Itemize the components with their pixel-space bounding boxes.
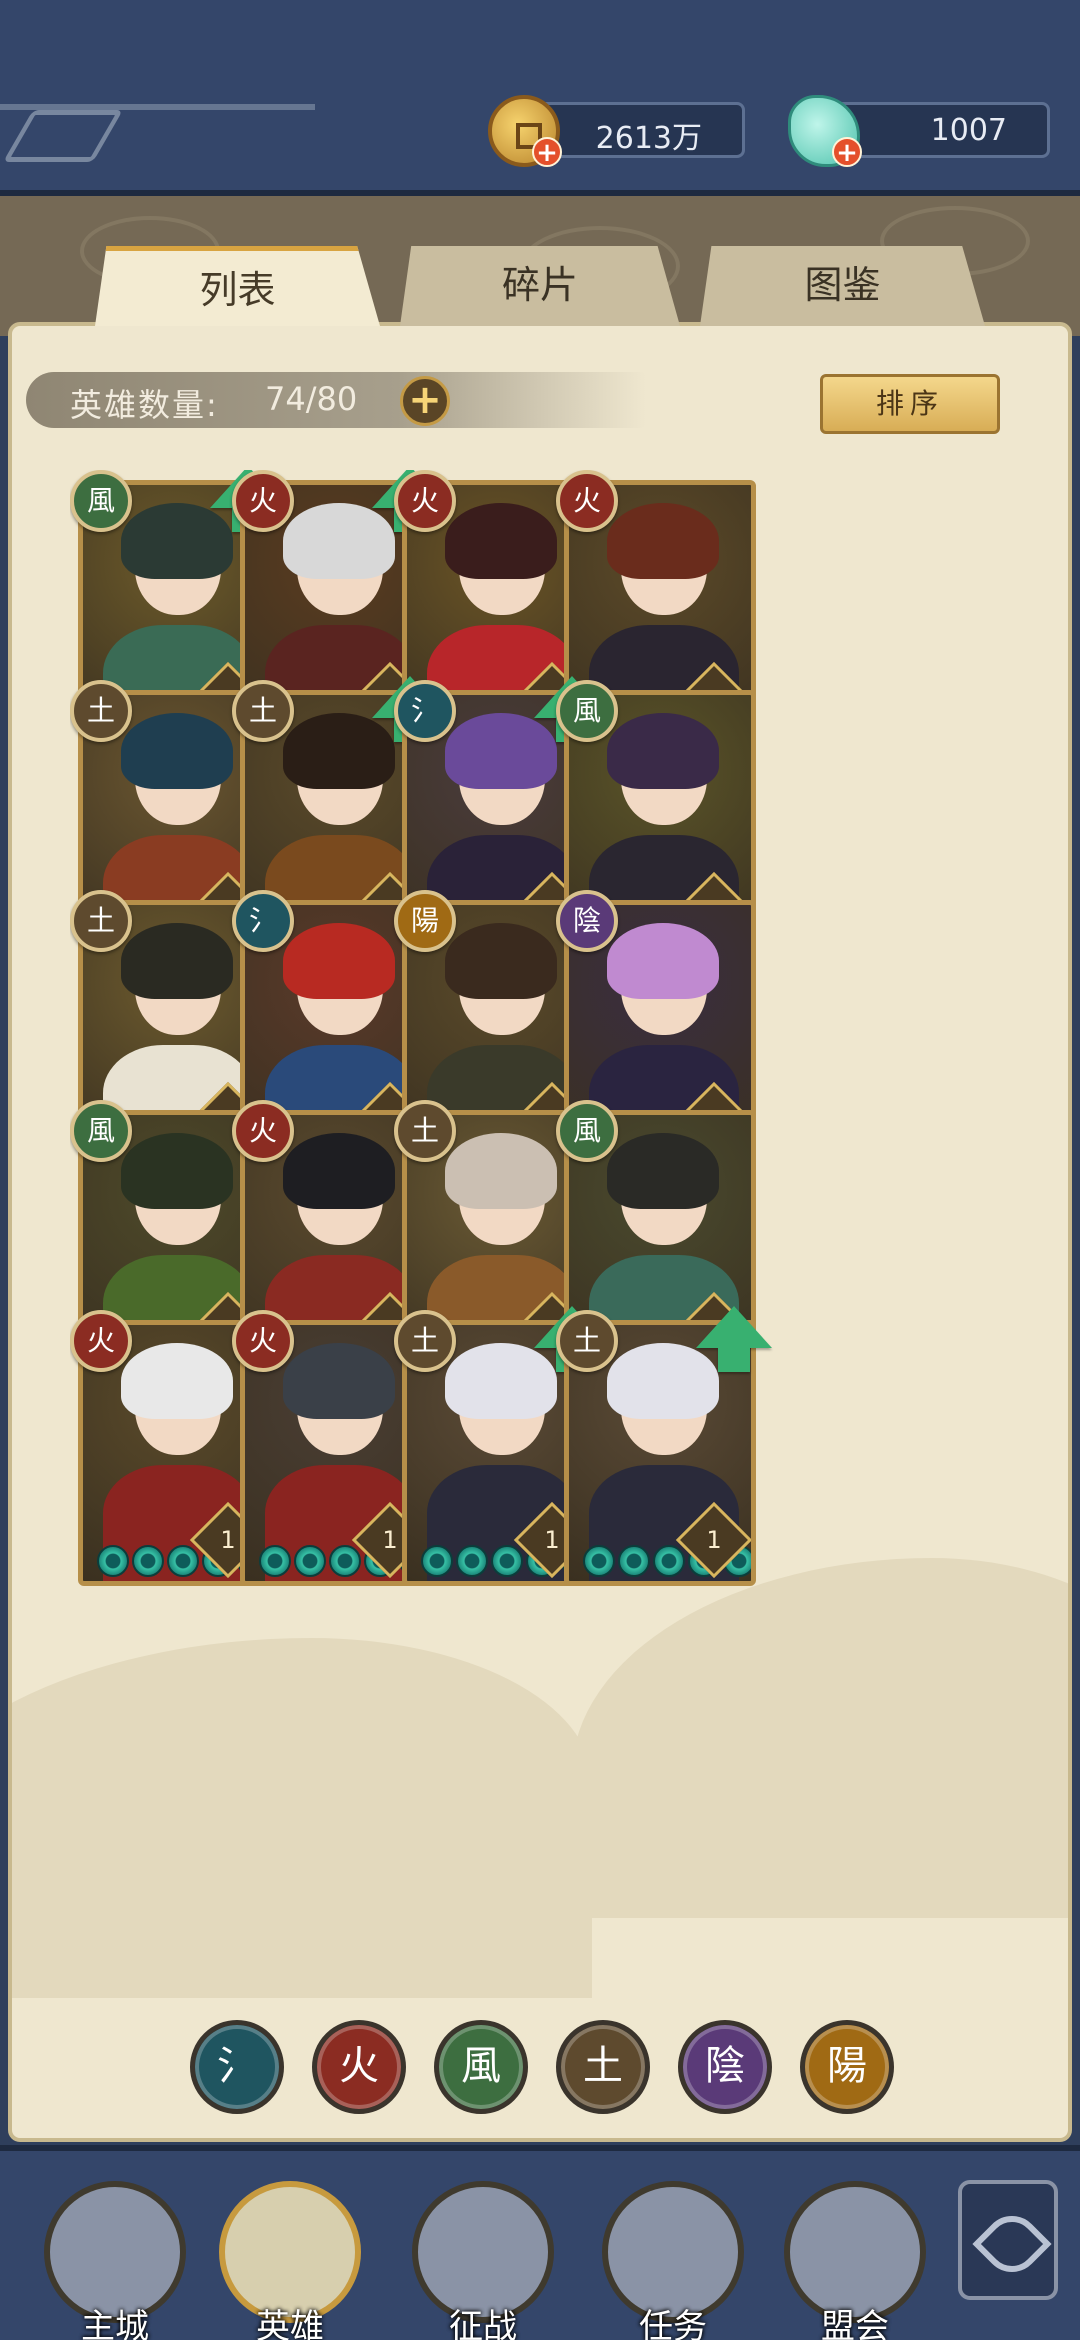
jade-star-icon bbox=[618, 1545, 650, 1577]
jade-star-icon bbox=[491, 1545, 523, 1577]
add-gold-button[interactable]: + bbox=[532, 137, 562, 167]
filter-yin-button[interactable]: 陰 bbox=[678, 2020, 772, 2114]
fire-element-icon: 火 bbox=[232, 1100, 294, 1162]
hero-count-value: 74/80 bbox=[265, 380, 358, 418]
filter-earth-button[interactable]: 土 bbox=[556, 2020, 650, 2114]
water-element-icon: 氵 bbox=[394, 680, 456, 742]
more-menu-button[interactable] bbox=[958, 2180, 1058, 2300]
nav-item-4[interactable]: 盟会 bbox=[780, 2181, 930, 2340]
earth-element-icon: 土 bbox=[70, 680, 132, 742]
earth-element-icon: 土 bbox=[70, 890, 132, 952]
tab-list[interactable]: 列表 bbox=[95, 246, 380, 326]
sort-button-label: 排序 bbox=[875, 387, 944, 420]
gem-resource[interactable]: + 1007 bbox=[788, 95, 1050, 167]
jade-star-icon bbox=[421, 1545, 453, 1577]
tab-fragments[interactable]: 碎片 bbox=[400, 246, 680, 326]
earth-element-icon: 土 bbox=[232, 680, 294, 742]
yang-element-icon: 陽 bbox=[394, 890, 456, 952]
wind-element-icon: 風 bbox=[556, 680, 618, 742]
filter-wind-button[interactable]: 風 bbox=[434, 2020, 528, 2114]
nav-label: 盟会 bbox=[821, 2307, 889, 2340]
nav-item-3[interactable]: 任务 bbox=[598, 2181, 748, 2340]
jade-star-icon bbox=[329, 1545, 361, 1577]
sort-button[interactable]: 排序 bbox=[820, 374, 1000, 434]
fire-element-icon: 火 bbox=[232, 470, 294, 532]
earth-element-icon: 土 bbox=[556, 1310, 618, 1372]
gold-amount: 2613万 bbox=[595, 121, 702, 156]
jade-star-icon bbox=[259, 1545, 291, 1577]
gold-resource[interactable]: + 2613万 bbox=[488, 95, 745, 167]
nav-label: 英雄 bbox=[256, 2307, 324, 2340]
nav-item-1[interactable]: 英雄 bbox=[215, 2181, 365, 2340]
nav-item-2[interactable]: 征战 bbox=[408, 2181, 558, 2340]
hero-count-label: 英雄数量: bbox=[70, 386, 219, 424]
nav-label: 征战 bbox=[449, 2307, 517, 2340]
jade-star-icon bbox=[294, 1545, 326, 1577]
filter-yang-button[interactable]: 陽 bbox=[800, 2020, 894, 2114]
fire-element-icon: 火 bbox=[556, 470, 618, 532]
fire-element-icon: 火 bbox=[394, 470, 456, 532]
wind-element-icon: 風 bbox=[70, 470, 132, 532]
flower-menu-icon bbox=[972, 2204, 1052, 2284]
jade-star-icon bbox=[167, 1545, 199, 1577]
yin-element-icon: 陰 bbox=[556, 890, 618, 952]
jade-star-icon bbox=[456, 1545, 488, 1577]
hero-card[interactable]: 1 土 bbox=[556, 1306, 772, 1596]
jade-star-icon bbox=[132, 1545, 164, 1577]
tab-list-label: 列表 bbox=[199, 268, 276, 312]
bottom-navigation: 主城 英雄 征战 任务 盟会 bbox=[0, 2145, 1080, 2340]
tab-codex-label: 图鉴 bbox=[804, 263, 881, 307]
filter-fire-button[interactable]: 火 bbox=[312, 2020, 406, 2114]
jade-star-icon bbox=[583, 1545, 615, 1577]
water-element-icon: 氵 bbox=[232, 890, 294, 952]
top-bar: + 2613万 + 1007 bbox=[0, 0, 1080, 196]
nav-label: 主城 bbox=[81, 2307, 149, 2340]
fire-element-icon: 火 bbox=[70, 1310, 132, 1372]
upgrade-arrow-icon bbox=[696, 1306, 772, 1372]
earth-element-icon: 土 bbox=[394, 1310, 456, 1372]
jade-star-icon bbox=[97, 1545, 129, 1577]
wind-element-icon: 風 bbox=[556, 1100, 618, 1162]
gem-amount: 1007 bbox=[930, 113, 1007, 148]
filter-water-button[interactable]: 氵 bbox=[190, 2020, 284, 2114]
hero-level: 1 bbox=[706, 1526, 722, 1554]
tab-fragments-label: 碎片 bbox=[501, 263, 578, 307]
fire-element-icon: 火 bbox=[232, 1310, 294, 1372]
tab-codex[interactable]: 图鉴 bbox=[700, 246, 985, 326]
add-hero-slot-button[interactable]: + bbox=[400, 376, 450, 426]
jade-star-icon bbox=[653, 1545, 685, 1577]
header-ornament-icon bbox=[2, 110, 124, 162]
nav-label: 任务 bbox=[639, 2307, 707, 2340]
hero-grid: 70 風 70 火 70 火 70 bbox=[70, 470, 1020, 1990]
add-gem-button[interactable]: + bbox=[832, 137, 862, 167]
earth-element-icon: 土 bbox=[394, 1100, 456, 1162]
nav-item-0[interactable]: 主城 bbox=[40, 2181, 190, 2340]
wind-element-icon: 風 bbox=[70, 1100, 132, 1162]
element-filter-bar: 氵火風土陰陽 bbox=[190, 2020, 910, 2120]
